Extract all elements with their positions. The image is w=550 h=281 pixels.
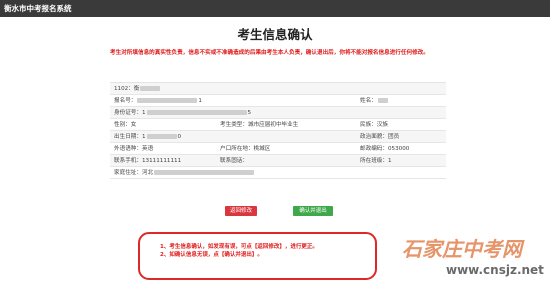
exam-code: 1102：衡 — [114, 83, 161, 95]
postcode-field: 邮政编码：053000 — [360, 146, 410, 152]
watermark-url: www.cnsjz.net — [446, 263, 544, 277]
info-row-gender: 性别：女 考生类型：城市应届初中毕业生 民族：汉族 — [110, 119, 446, 131]
mobile-field: 联系手机：13111111111 — [114, 158, 182, 164]
confirm-and-exit-button[interactable]: 确认并退出 — [293, 206, 333, 216]
watermark-brand: 石家庄中考网 — [402, 237, 525, 261]
tips-box: 1、考生信息确认，如发现有误，可点【返回修改】，进行更正。 2、如确认信息无误，… — [138, 232, 377, 280]
info-table: 1102：衡 报名号： 1 姓名： 身份证号：1 5 性别：女 考生类型：城市应届初… — [110, 82, 446, 198]
landline-field: 联系固话： — [220, 158, 248, 164]
gender-field: 性别：女 — [114, 122, 137, 128]
political-status-field: 政治面貌：团员 — [360, 134, 400, 140]
info-row-phone: 联系手机：13111111111 联系固话： 所在班级：1 — [110, 155, 446, 167]
info-row-address: 家庭住址：河北 — [110, 167, 446, 179]
page-title: 考生信息确认 — [237, 27, 313, 42]
system-title-bar: 衡水市中考报名系统 — [0, 0, 550, 17]
address-field: 家庭住址：河北 — [114, 167, 255, 179]
back-to-edit-button[interactable]: 返回修改 — [225, 206, 257, 216]
tip-line-1: 1、考生信息确认，如发现有误，可点【返回修改】，进行更正。 — [160, 244, 318, 250]
name-field: 姓名： — [360, 95, 389, 107]
class-field: 所在班级：1 — [360, 158, 392, 164]
info-row-code: 1102：衡 — [110, 83, 446, 95]
registration-field: 报名号： 1 — [114, 98, 202, 104]
student-type-field: 考生类型：城市应届初中毕业生 — [220, 122, 299, 128]
id-number-field: 身份证号：1 5 — [114, 110, 252, 116]
info-row-birth: 出生日期：1 0 政治面貌：团员 — [110, 131, 446, 143]
tip-line-2: 2、如确认信息无误，点【确认并退出】。 — [160, 252, 263, 258]
info-row-registration: 报名号： 1 姓名： — [110, 95, 446, 107]
system-title: 衡水市中考报名系统 — [4, 4, 72, 13]
hukou-field: 户口所在地：桃城区 — [220, 146, 271, 152]
info-row-language: 外语语种：英语 户口所在地：桃城区 邮政编码：053000 — [110, 143, 446, 155]
ethnicity-field: 民族：汉族 — [360, 122, 388, 128]
language-field: 外语语种：英语 — [114, 146, 154, 152]
birth-date-field: 出生日期：1 0 — [114, 134, 182, 140]
info-row-id: 身份证号：1 5 — [110, 107, 446, 119]
site-watermark: 石家庄中考网 www.cnsjz.net — [398, 232, 548, 278]
notice-text: 考生对所填信息的真实性负责，信息不实或不准确造成的后果由考生本人负责，确认退出后… — [110, 50, 429, 56]
